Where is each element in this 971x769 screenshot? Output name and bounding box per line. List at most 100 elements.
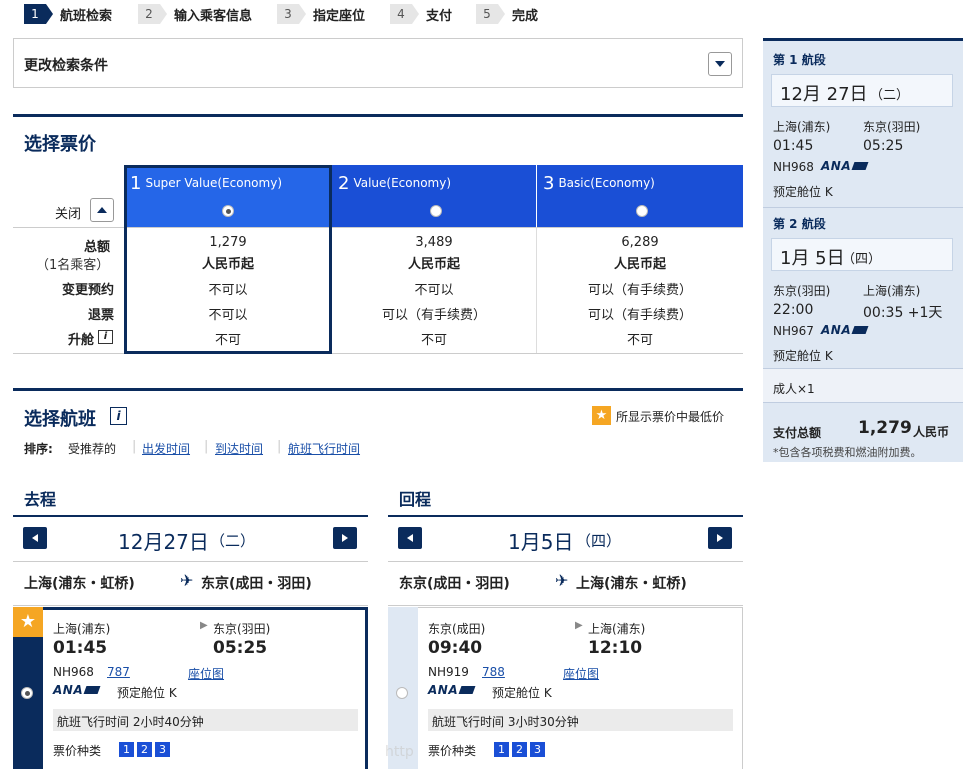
fare-column-basic[interactable]: 3 Basic(Economy) <box>536 165 743 227</box>
segment-2-class: 预定舱位 K <box>773 349 833 363</box>
modify-search-toggle[interactable] <box>708 52 732 76</box>
fare-upgrade: 不可 <box>420 333 447 348</box>
outbound-prev-day[interactable] <box>23 527 47 549</box>
fare-total: 3,489 <box>415 235 453 250</box>
ana-logo-mark <box>83 686 101 694</box>
sort-duration-link[interactable]: 航班飞行时间 <box>288 440 360 457</box>
arrow-right-icon: ▶ <box>575 620 583 631</box>
outbound-heading: 去程 <box>24 490 57 509</box>
fare-unit: 人民币起 <box>201 257 254 272</box>
row-label-change: 变更预约 <box>61 283 114 298</box>
sort-arrival-link[interactable]: 到达时间 <box>215 440 263 457</box>
fare-change: 可以（有手续费） <box>587 283 692 298</box>
separator: | <box>204 439 209 454</box>
divider <box>763 207 963 208</box>
fare-tab-3[interactable]: 3 <box>530 742 545 757</box>
row-label-total: 总额 <box>83 240 110 255</box>
seatmap-link[interactable]: 座位图 <box>563 665 599 682</box>
flight-number: NH919 <box>428 665 469 679</box>
watermark: http <box>385 744 414 760</box>
step-label: 航班检索 <box>60 8 113 24</box>
fare-title: 选择票价 <box>24 134 96 155</box>
step-label: 支付 <box>426 8 453 24</box>
step-seat: 3 指定座位 <box>277 4 365 24</box>
return-flight-radio[interactable] <box>396 687 408 699</box>
airline-name: ANA <box>428 683 459 697</box>
fare-radio-3[interactable] <box>636 205 648 217</box>
separator: | <box>277 439 282 454</box>
step-number: 5 <box>476 4 505 24</box>
total-unit: 人民币 <box>913 425 950 439</box>
ana-logo-mark <box>851 326 869 334</box>
return-prev-day[interactable] <box>398 527 422 549</box>
passenger-summary: 成人×1 <box>763 368 963 402</box>
flights-title: 选择航班 <box>24 409 96 430</box>
info-icon[interactable]: i <box>110 407 127 425</box>
fare-divider <box>13 227 743 228</box>
outbound-next-day[interactable] <box>333 527 357 549</box>
separator: | <box>132 439 137 454</box>
outbound-to: 东京(成田・羽田) <box>201 576 312 592</box>
chevron-down-icon <box>715 61 725 67</box>
fare-refund: 可以（有手续费） <box>381 308 486 323</box>
aircraft-link[interactable]: 787 <box>107 665 130 679</box>
outbound-card-selector[interactable]: ★ <box>13 607 43 769</box>
modify-search-panel[interactable]: 更改检索条件 <box>13 38 743 88</box>
row-label-refund: 退票 <box>87 308 114 323</box>
fare-close-label: 关闭 <box>55 207 82 222</box>
segment-2-datebox: 1月 5日 （四） <box>771 238 953 271</box>
plane-icon: ✈ <box>180 571 194 590</box>
fare-upgrade: 不可 <box>626 333 653 348</box>
fare-tab-1[interactable]: 1 <box>119 742 134 757</box>
fare-radio-2[interactable] <box>430 205 442 217</box>
aircraft-link[interactable]: 788 <box>482 665 505 679</box>
step-passenger: 2 输入乘客信息 <box>138 4 252 24</box>
return-from: 东京(成田・羽田) <box>399 576 510 592</box>
arr-city: 东京(羽田) <box>213 622 271 636</box>
segment-1-flight: NH968 <box>773 160 814 174</box>
dep-time: 09:40 <box>428 638 483 658</box>
sort-departure-link[interactable]: 出发时间 <box>142 440 190 457</box>
flight-duration: 航班飞行时间 2小时40分钟 <box>57 715 204 729</box>
segment-2-arr-time: 00:35 +1天 <box>863 305 943 321</box>
booking-class: 预定舱位 K <box>492 686 552 700</box>
airline-name: ANA <box>53 683 84 697</box>
fare-tab-2[interactable]: 2 <box>512 742 527 757</box>
fare-type-tabs[interactable]: 123 <box>119 742 173 757</box>
fare-tab-3[interactable]: 3 <box>155 742 170 757</box>
fare-column-value[interactable]: 2 Value(Economy) <box>331 165 536 227</box>
total-label: 支付总额 <box>773 426 822 440</box>
arr-city: 上海(浦东) <box>588 622 646 636</box>
arrow-right-icon: ▶ <box>200 620 208 631</box>
fare-change: 不可以 <box>208 283 248 298</box>
return-next-day[interactable] <box>708 527 732 549</box>
lowest-note: 所显示票价中最低价 <box>616 410 725 424</box>
segment-2-flight: NH967 <box>773 324 814 338</box>
fare-upgrade: 不可 <box>214 333 241 348</box>
step-label: 指定座位 <box>313 8 366 24</box>
info-icon[interactable]: i <box>98 330 113 344</box>
fare-type-tabs[interactable]: 123 <box>494 742 548 757</box>
fare-column-number: 3 <box>543 173 555 194</box>
fare-refund: 可以（有手续费） <box>587 308 692 323</box>
fare-type-label: 票价种类 <box>428 744 477 758</box>
step-search: 1 航班检索 <box>24 4 112 24</box>
fare-column-number: 2 <box>338 173 350 194</box>
fare-tab-2[interactable]: 2 <box>137 742 152 757</box>
fare-tab-1[interactable]: 1 <box>494 742 509 757</box>
step-label: 输入乘客信息 <box>174 8 253 24</box>
outbound-flight-radio[interactable] <box>21 687 33 699</box>
segment-1-title: 第 1 航段 <box>773 53 826 67</box>
fare-collapse-button[interactable] <box>90 198 114 222</box>
fare-total: 1,279 <box>209 235 247 250</box>
fare-type-label: 票价种类 <box>53 744 102 758</box>
seatmap-link[interactable]: 座位图 <box>188 665 224 682</box>
step-number: 4 <box>390 4 419 24</box>
airline-name: ANA <box>821 323 852 337</box>
step-number: 2 <box>138 4 167 24</box>
flight-duration: 航班飞行时间 3小时30分钟 <box>432 715 579 729</box>
duration-bar: 航班飞行时间 2小时40分钟 <box>53 709 358 731</box>
star-icon: ★ <box>592 406 611 425</box>
segment-1-dep-city: 上海(浦东) <box>773 120 831 134</box>
step-payment: 4 支付 <box>390 4 452 24</box>
